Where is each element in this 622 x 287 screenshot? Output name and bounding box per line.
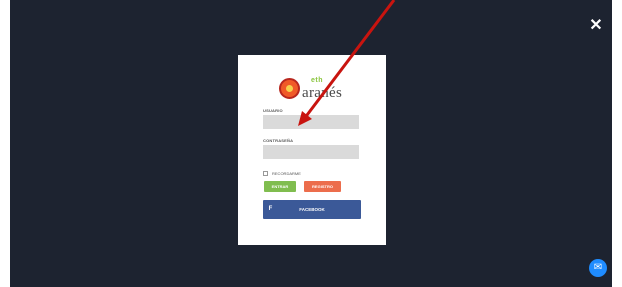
username-label: USUARIO (263, 108, 283, 113)
remember-me-control[interactable]: RECORDARME (263, 170, 308, 178)
brand-logo-prefix: eth (311, 77, 323, 84)
login-modal: eth aranés USUARIO CONTRASEÑA RECORDARME… (238, 55, 386, 245)
brand-logo-name: aranés (302, 85, 343, 101)
close-icon[interactable]: ✕ (589, 18, 603, 34)
facebook-login-button[interactable]: f FACEBOOK (263, 200, 361, 219)
password-label: CONTRASEÑA (263, 138, 294, 143)
remember-me-label: RECORDARME (272, 171, 301, 176)
register-button[interactable]: REGISTRO (304, 181, 341, 192)
brand-emblem-icon (279, 78, 300, 99)
brand-logo: eth aranés (279, 77, 349, 102)
password-input[interactable] (263, 145, 359, 159)
facebook-button-label: FACEBOOK (299, 207, 325, 212)
username-input[interactable] (263, 115, 359, 129)
remember-me-checkbox[interactable] (263, 171, 268, 176)
messenger-icon[interactable]: ✉ (589, 259, 607, 277)
facebook-icon: f (268, 206, 273, 212)
enter-button[interactable]: ENTRAR (264, 181, 296, 192)
